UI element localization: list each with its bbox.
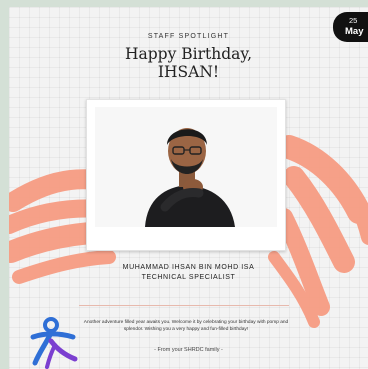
card-title: Happy Birthday, IHSAN! — [9, 45, 368, 81]
person-role: TECHNICAL SPECIALIST — [141, 274, 236, 281]
title-line-2: IHSAN! — [157, 63, 220, 81]
portrait-illustration — [95, 107, 277, 227]
divider — [79, 305, 289, 306]
date-month: May — [345, 26, 364, 37]
date-day: 25 — [349, 16, 358, 25]
organization-logo-icon — [30, 317, 78, 369]
date-badge: 25 May — [333, 12, 368, 42]
title-line-1: Happy Birthday, — [124, 45, 253, 63]
eyebrow-label: STAFF SPOTLIGHT — [147, 33, 230, 40]
staff-photo — [95, 107, 277, 227]
birthday-message: Another adventure filled year awaits you… — [83, 320, 289, 332]
birthday-card: STAFF SPOTLIGHT Happy Birthday, IHSAN! M… — [9, 7, 368, 369]
person-name: MUHAMMAD IHSAN BIN MOHD ISA — [122, 264, 255, 271]
photo-frame — [86, 99, 286, 251]
